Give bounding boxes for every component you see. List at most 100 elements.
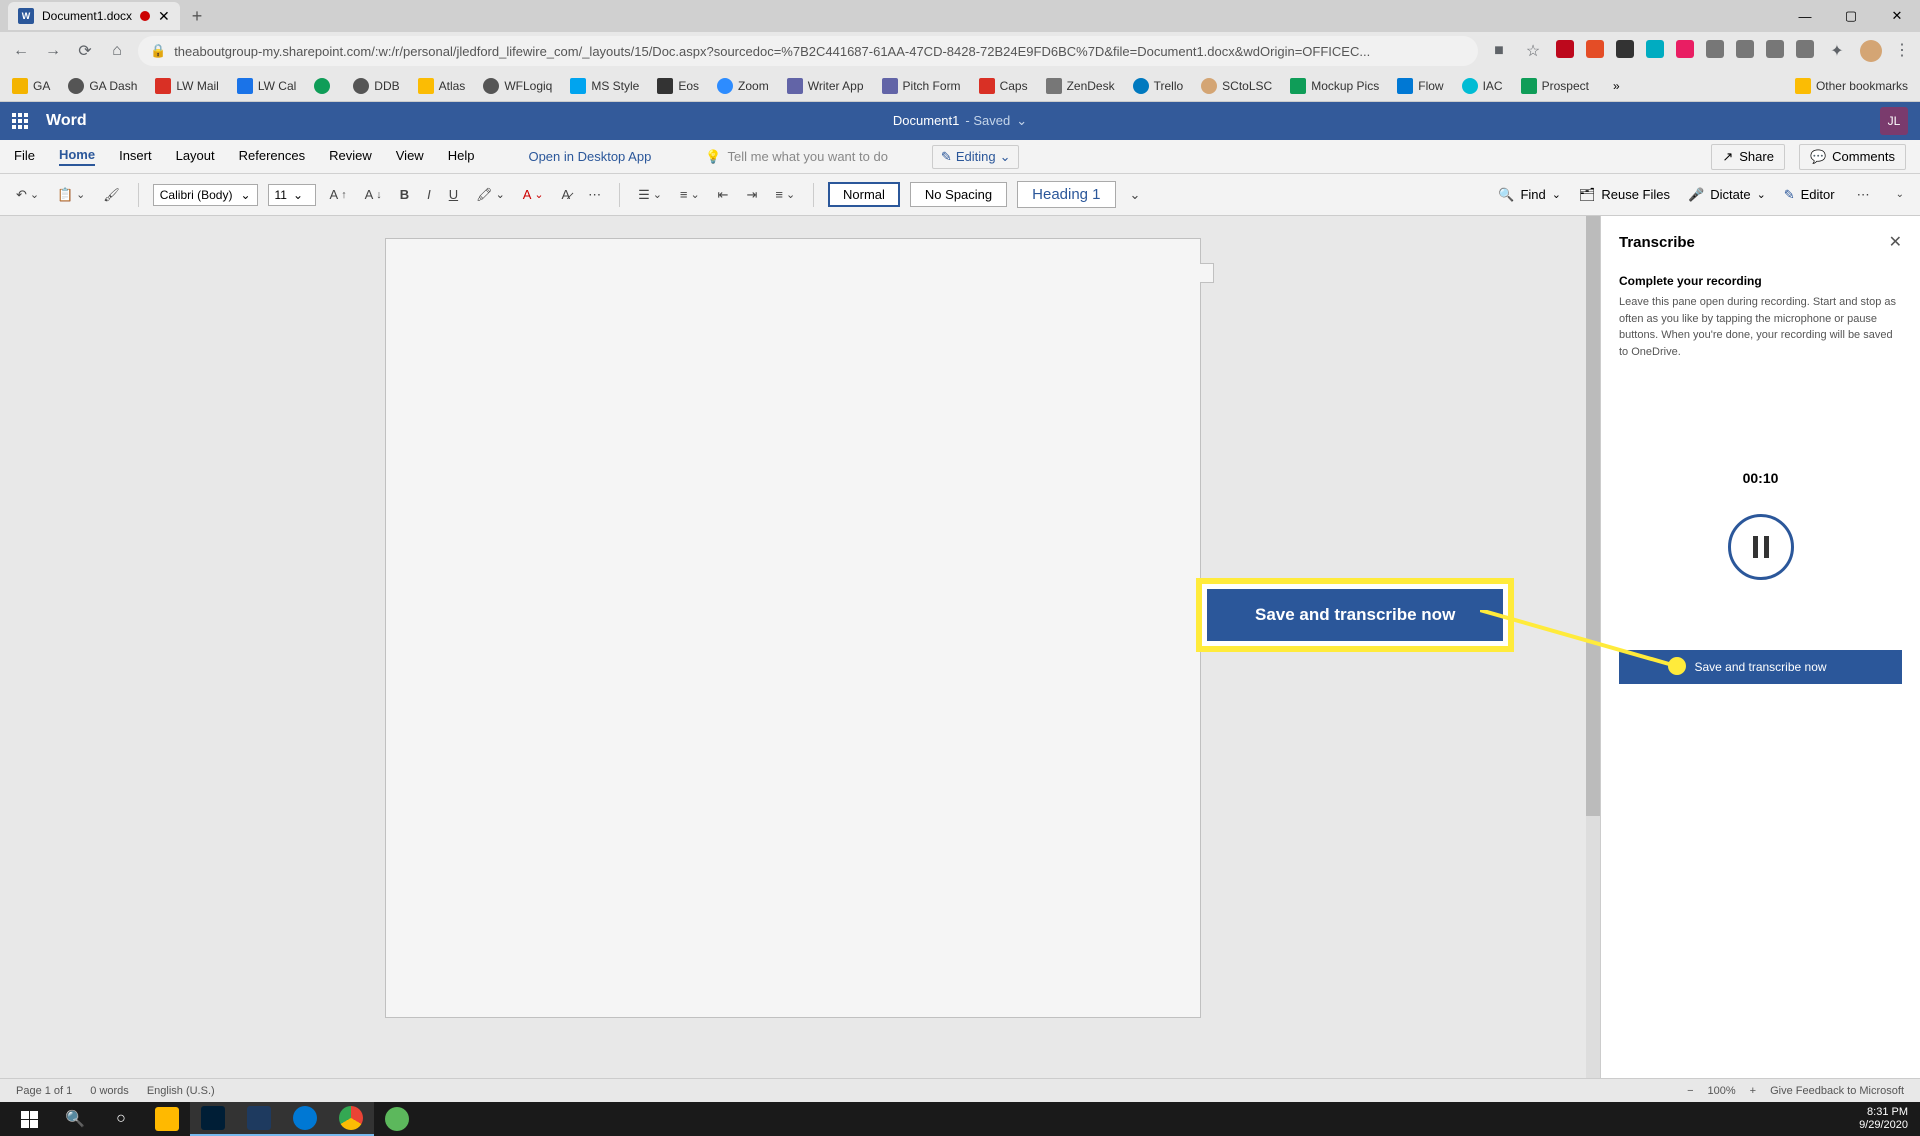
page-counter[interactable]: Page 1 of 1 [16,1085,72,1097]
save-transcribe-button[interactable]: Save and transcribe now [1619,650,1902,684]
chrome-button[interactable] [328,1102,374,1136]
bookmark-item[interactable]: Zoom [717,78,769,94]
tab-review[interactable]: Review [329,148,372,165]
tab-file[interactable]: File [14,148,35,165]
align-button[interactable]: ≡⌄ [771,185,799,204]
bookmark-item[interactable]: Writer App [787,78,864,94]
camera-icon[interactable]: ■ [1488,40,1510,62]
bookmark-item[interactable]: Mockup Pics [1290,78,1379,94]
window-close-button[interactable]: ✕ [1874,0,1920,32]
editor-button[interactable]: ✎Editor [1784,187,1835,203]
bullets-button[interactable]: ☰⌄ [634,185,666,205]
bookmarks-overflow-icon[interactable]: » [1613,79,1620,93]
bookmark-item[interactable]: IAC [1462,78,1503,94]
style-heading1[interactable]: Heading 1 [1017,181,1115,208]
word-count[interactable]: 0 words [90,1085,129,1097]
more-font-button[interactable]: ⋯ [584,185,605,205]
grow-font-button[interactable]: A↑ [326,185,351,204]
bookmark-item[interactable]: SCtoLSC [1201,78,1272,94]
bookmark-star-icon[interactable]: ☆ [1522,40,1544,62]
bookmark-item[interactable]: Prospect [1521,78,1589,94]
bold-button[interactable]: B [396,185,413,204]
tab-references[interactable]: References [239,148,305,165]
profile-avatar[interactable] [1860,40,1882,62]
edge-button[interactable] [282,1102,328,1136]
ext-icon-6[interactable] [1706,40,1724,58]
url-box[interactable]: 🔒 theaboutgroup-my.sharepoint.com/:w:/r/… [138,36,1478,66]
bookmark-item[interactable]: LW Cal [237,78,296,94]
app-launcher-icon[interactable] [12,113,28,129]
zoom-out-icon[interactable]: − [1687,1085,1693,1097]
browser-tab[interactable]: W Document1.docx ✕ [8,2,180,30]
window-minimize-button[interactable]: — [1782,0,1828,32]
clear-format-button[interactable]: A̷ [557,185,574,204]
tab-help[interactable]: Help [448,148,475,165]
new-tab-button[interactable]: + [192,6,203,27]
cortana-button[interactable]: ○ [98,1102,144,1136]
bookmark-item[interactable] [314,78,335,94]
search-button[interactable]: 🔍 [52,1102,98,1136]
underline-button[interactable]: U [445,185,462,204]
photoshop-button[interactable] [190,1102,236,1136]
extensions-icon[interactable]: ✦ [1826,40,1848,62]
shrink-font-button[interactable]: A↓ [361,185,386,204]
pinterest-ext-icon[interactable] [1556,40,1574,58]
other-bookmarks[interactable]: Other bookmarks [1795,78,1908,94]
system-clock[interactable]: 8:31 PM 9/29/2020 [1859,1106,1920,1132]
user-badge[interactable]: JL [1880,107,1908,135]
bookmark-item[interactable]: ZenDesk [1046,78,1115,94]
forward-icon[interactable]: → [42,40,64,62]
tab-insert[interactable]: Insert [119,148,152,165]
close-pane-icon[interactable]: ✕ [1889,232,1902,252]
tab-home[interactable]: Home [59,147,95,166]
feedback-link[interactable]: Give Feedback to Microsoft [1770,1085,1904,1097]
window-maximize-button[interactable]: ▢ [1828,0,1874,32]
task-app-button[interactable] [374,1102,420,1136]
bookmark-item[interactable]: Flow [1397,78,1443,94]
find-button[interactable]: 🔍Find⌄ [1498,187,1561,203]
document-scrollbar[interactable] [1586,216,1600,1078]
pause-button[interactable] [1728,514,1794,580]
bookmark-item[interactable]: Atlas [418,78,466,94]
increase-indent-button[interactable]: ⇥ [742,185,761,205]
document-title[interactable]: Document1 - Saved ⌄ [893,113,1027,129]
paste-button[interactable]: 📋⌄ [53,185,89,205]
bookmark-item[interactable]: GA Dash [68,78,137,94]
language[interactable]: English (U.S.) [147,1085,215,1097]
ext-icon-5[interactable] [1676,40,1694,58]
home-icon[interactable]: ⌂ [106,40,128,62]
comments-button[interactable]: 💬 Comments [1799,144,1906,170]
undo-button[interactable]: ↶⌄ [12,185,43,205]
font-select[interactable]: Calibri (Body)⌄ [153,184,258,206]
collapse-ribbon-icon[interactable]: ⌄ [1892,187,1908,202]
bookmark-item[interactable]: LW Mail [155,78,218,94]
tell-me-search[interactable]: 💡 Tell me what you want to do [705,149,888,165]
bookmark-item[interactable]: GA [12,78,50,94]
document-page[interactable] [385,238,1201,1018]
file-explorer-button[interactable] [144,1102,190,1136]
ext-icon-8[interactable] [1766,40,1784,58]
ext-icon-7[interactable] [1736,40,1754,58]
numbering-button[interactable]: ≡⌄ [676,185,704,204]
bookmark-item[interactable]: DDB [353,78,399,94]
reload-icon[interactable]: ⟳ [74,40,96,62]
editing-mode-button[interactable]: ✎ Editing ⌄ [932,145,1020,169]
ext-icon-9[interactable] [1796,40,1814,58]
highlight-button[interactable]: 🖍⌄ [472,185,509,205]
share-button[interactable]: ↗ Share [1711,144,1785,170]
bookmark-item[interactable]: Eos [657,78,699,94]
tab-layout[interactable]: Layout [176,148,215,165]
font-color-button[interactable]: A⌄ [519,185,548,204]
styles-expand-button[interactable]: ⌄ [1126,185,1145,205]
toolbar-more-button[interactable]: ⋯ [1853,185,1874,205]
reuse-files-button[interactable]: 🗂Reuse Files [1579,187,1670,203]
dictate-button[interactable]: 🎤Dictate⌄ [1688,187,1766,203]
bookmark-item[interactable]: Trello [1133,78,1184,94]
open-desktop-button[interactable]: Open in Desktop App [528,149,651,164]
start-button[interactable] [6,1102,52,1136]
pdf-ext-icon[interactable] [1616,40,1634,58]
back-icon[interactable]: ← [10,40,32,62]
flipboard-ext-icon[interactable] [1586,40,1604,58]
bookmark-item[interactable]: Caps [979,78,1028,94]
snagit-button[interactable] [236,1102,282,1136]
